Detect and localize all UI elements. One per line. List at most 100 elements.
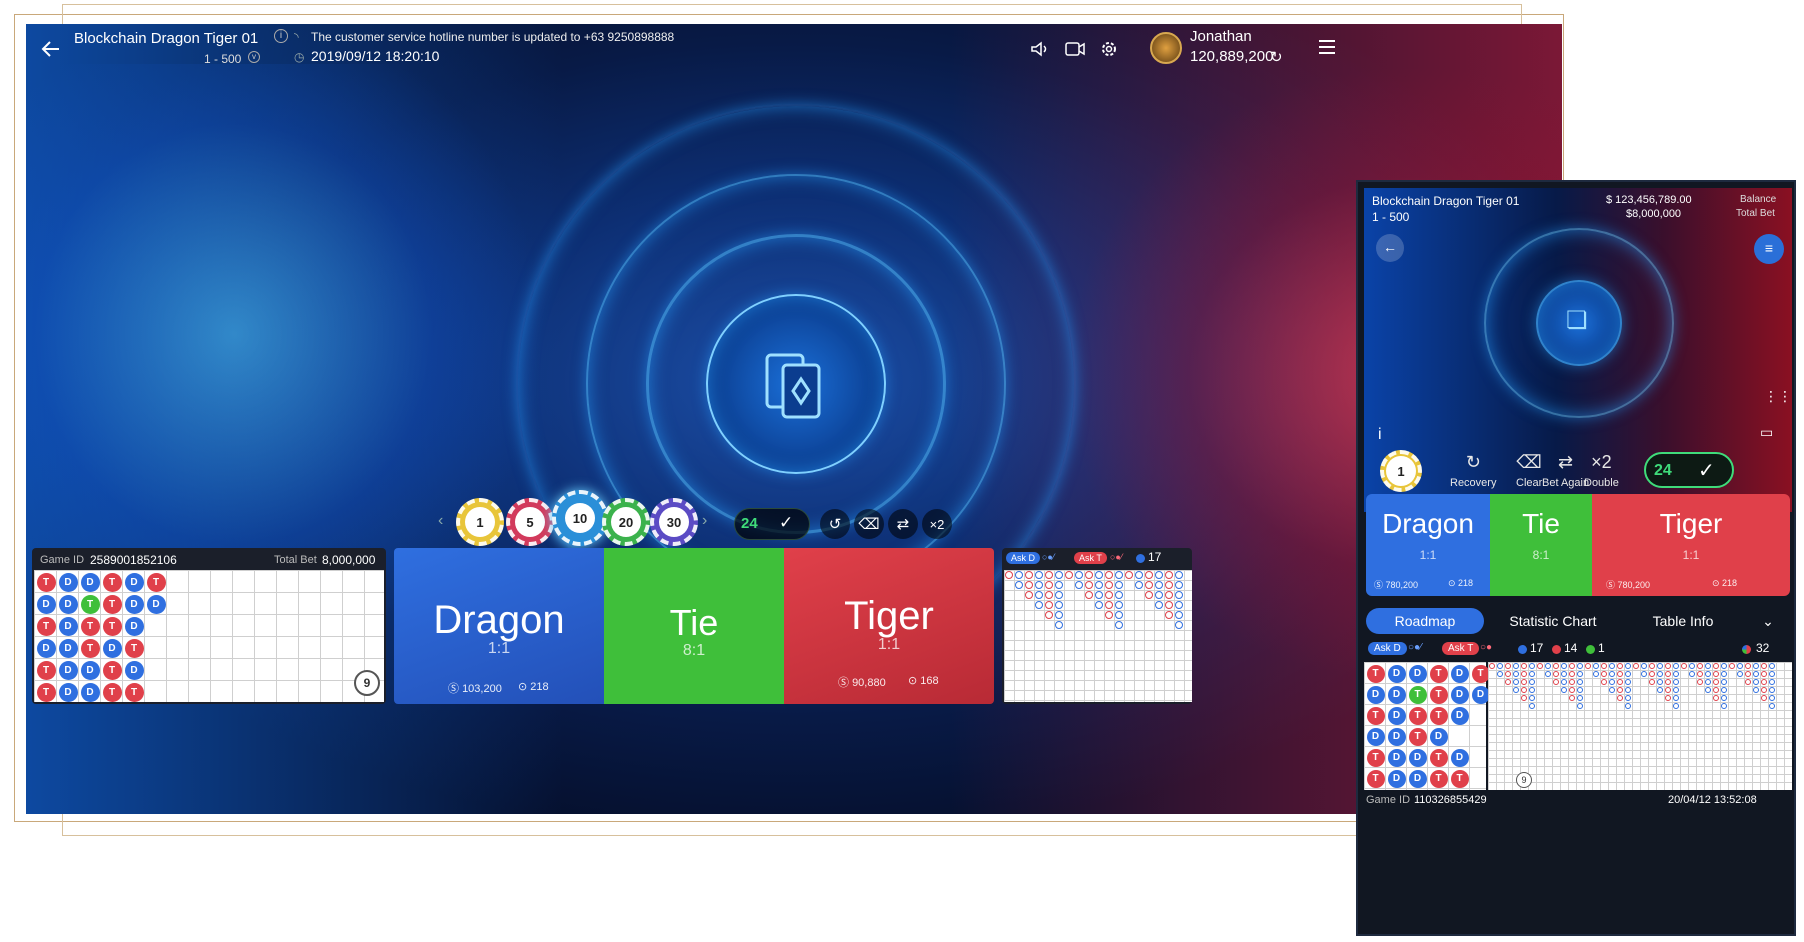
mobile-bead-dragon: D <box>1366 727 1385 746</box>
bet-dragon[interactable]: Dragon 1:1 Ⓢ 103,200 ⊙ 218 <box>394 548 604 704</box>
mobile-bead-tiger: T <box>1471 664 1490 683</box>
mobile-info-icon[interactable]: i <box>1378 426 1382 444</box>
bet-tiger-name: Tiger <box>844 594 934 638</box>
mobile-big-road-marker <box>1625 695 1631 701</box>
mobile-menu-icon[interactable]: ≡ <box>1754 234 1784 264</box>
mobile-bead-dragon: D <box>1429 727 1448 746</box>
mobile-big-road-marker <box>1769 679 1775 685</box>
mobile-back-icon[interactable]: ← <box>1376 234 1404 262</box>
mobile-big-road-marker <box>1713 671 1719 677</box>
desktop-big-road-marker <box>1125 571 1133 579</box>
chip-1[interactable]: 1 <box>456 498 504 546</box>
chip-10[interactable]: 10 <box>552 490 608 546</box>
desktop-big-road-marker <box>1005 571 1013 579</box>
blue-count-dot <box>1136 554 1145 563</box>
mobile-bet-again-button[interactable]: ⇄ Bet Again <box>1542 452 1589 489</box>
desktop-big-road-marker <box>1105 601 1113 609</box>
bet-limit: 1 - 500 <box>204 52 242 66</box>
mobile-big-road-marker <box>1625 679 1631 685</box>
desktop-big-road-marker <box>1075 571 1083 579</box>
mobile-ask-dragon[interactable]: Ask D <box>1368 642 1407 655</box>
desktop-bead-dragon: D <box>102 638 122 658</box>
mobile-recovery-label: Recovery <box>1450 477 1497 489</box>
mobile-tab-bar: Roadmap Statistic Chart Table Info ⌄ <box>1358 606 1794 636</box>
mobile-bet-tie[interactable]: Tie 8:1 <box>1490 494 1592 596</box>
mobile-big-road-marker <box>1505 671 1511 677</box>
bet-tie[interactable]: Tie 8:1 <box>604 548 784 704</box>
desktop-bead-tiger: T <box>146 572 166 592</box>
mobile-chip-1[interactable]: 1 <box>1380 450 1422 492</box>
avatar[interactable] <box>1150 32 1182 64</box>
mobile-bet-dragon[interactable]: Dragon 1:1 Ⓢ 780,200 ⊙ 218 <box>1366 494 1490 596</box>
desktop-bead-dragon: D <box>80 572 100 592</box>
double-button[interactable]: ×2 <box>922 509 952 539</box>
mobile-big-road-marker <box>1617 663 1623 669</box>
clear-broom-icon[interactable]: ⌫ <box>854 509 884 539</box>
mobile-bead-dragon: D <box>1408 664 1427 683</box>
mobile-big-road-marker <box>1569 687 1575 693</box>
desktop-bead-dragon: D <box>58 594 78 614</box>
mobile-big-road-marker <box>1577 703 1583 709</box>
info-icon[interactable]: i <box>274 29 288 43</box>
back-arrow-icon[interactable] <box>38 36 64 62</box>
desktop-bead-dragon: D <box>124 660 144 680</box>
desktop-big-road-marker <box>1165 611 1173 619</box>
mobile-video-icon[interactable]: ▭ <box>1760 424 1773 441</box>
menu-icon[interactable] <box>1314 34 1340 60</box>
mobile-double-button[interactable]: ×2 Double <box>1584 452 1619 489</box>
chip-5[interactable]: 5 <box>506 498 554 546</box>
blue-count: 17 <box>1148 550 1162 564</box>
recovery-icon[interactable]: ↺ <box>820 509 850 539</box>
mobile-bet-tiger[interactable]: Tiger 1:1 Ⓢ 780,200 ⊙ 218 <box>1592 494 1790 596</box>
chip-30[interactable]: 30 <box>650 498 698 546</box>
tab-roadmap[interactable]: Roadmap <box>1366 608 1484 634</box>
mobile-big-road-marker <box>1761 695 1767 701</box>
tab-table-info[interactable]: Table Info <box>1628 608 1738 634</box>
mobile-big-road-marker <box>1745 679 1751 685</box>
mobile-clear-button[interactable]: ⌫ Clear <box>1516 452 1542 489</box>
ask-tiger-button[interactable]: Ask T <box>1074 552 1107 564</box>
refresh-icon[interactable]: ↻ <box>1270 48 1283 66</box>
mobile-big-road-marker <box>1529 703 1535 709</box>
desktop-big-road-marker <box>1165 571 1173 579</box>
mobile-big-road-marker <box>1617 687 1623 693</box>
desktop-bead-dragon: D <box>58 660 78 680</box>
mobile-ask-tiger[interactable]: Ask T <box>1442 642 1480 655</box>
desktop-big-road-marker <box>1175 581 1183 589</box>
tab-statistic-chart[interactable]: Statistic Chart <box>1488 608 1618 634</box>
chip-next-icon[interactable]: › <box>702 512 707 530</box>
mobile-big-road-marker <box>1745 671 1751 677</box>
video-icon[interactable] <box>1062 36 1088 62</box>
desktop-bead-dragon: D <box>58 638 78 658</box>
confirm-group: 24 ✓ <box>734 508 810 540</box>
mobile-game-id: 110326855429 <box>1414 794 1487 806</box>
tabs-collapse-chevron-icon[interactable]: ⌄ <box>1756 608 1780 634</box>
chip-prev-icon[interactable]: ‹ <box>438 512 443 530</box>
mobile-big-road-marker <box>1737 663 1743 669</box>
mobile-big-road-marker <box>1529 671 1535 677</box>
mobile-big-road-marker <box>1721 687 1727 693</box>
mobile-big-road-marker <box>1593 663 1599 669</box>
mobile-big-road-marker <box>1697 671 1703 677</box>
mobile-dragon-players: ⊙ 218 <box>1448 578 1474 588</box>
mobile-big-road-marker <box>1697 663 1703 669</box>
total-bet-value: 8,000,000 <box>322 553 376 567</box>
desktop-bead-tiger: T <box>36 572 56 592</box>
chip-20[interactable]: 20 <box>602 498 650 546</box>
ask-dragon-button[interactable]: Ask D <box>1006 552 1041 564</box>
mobile-bead-dragon: D <box>1450 664 1469 683</box>
mobile-recovery-button[interactable]: ↻ Recovery <box>1450 452 1496 489</box>
mobile-big-road-marker <box>1609 671 1615 677</box>
desktop-big-road-marker <box>1055 571 1063 579</box>
volume-icon[interactable] <box>1026 36 1052 62</box>
bet-tiger[interactable]: Tiger 1:1 Ⓢ 90,880 ⊙ 168 <box>784 548 994 704</box>
confirm-check-icon[interactable]: ✓ <box>779 513 793 533</box>
mobile-confirm-check-icon[interactable]: ✓ <box>1698 458 1715 483</box>
chevron-down-icon[interactable]: v <box>248 51 260 63</box>
desktop-big-road-marker <box>1145 591 1153 599</box>
bet-again-icon[interactable]: ⇄ <box>888 509 918 539</box>
mobile-tiger-amount-value: 780,200 <box>1617 580 1651 590</box>
mobile-big-road-marker <box>1561 687 1567 693</box>
settings-gear-icon[interactable] <box>1096 36 1122 62</box>
mobile-grid-icon[interactable]: ⋮⋮ <box>1764 388 1792 405</box>
